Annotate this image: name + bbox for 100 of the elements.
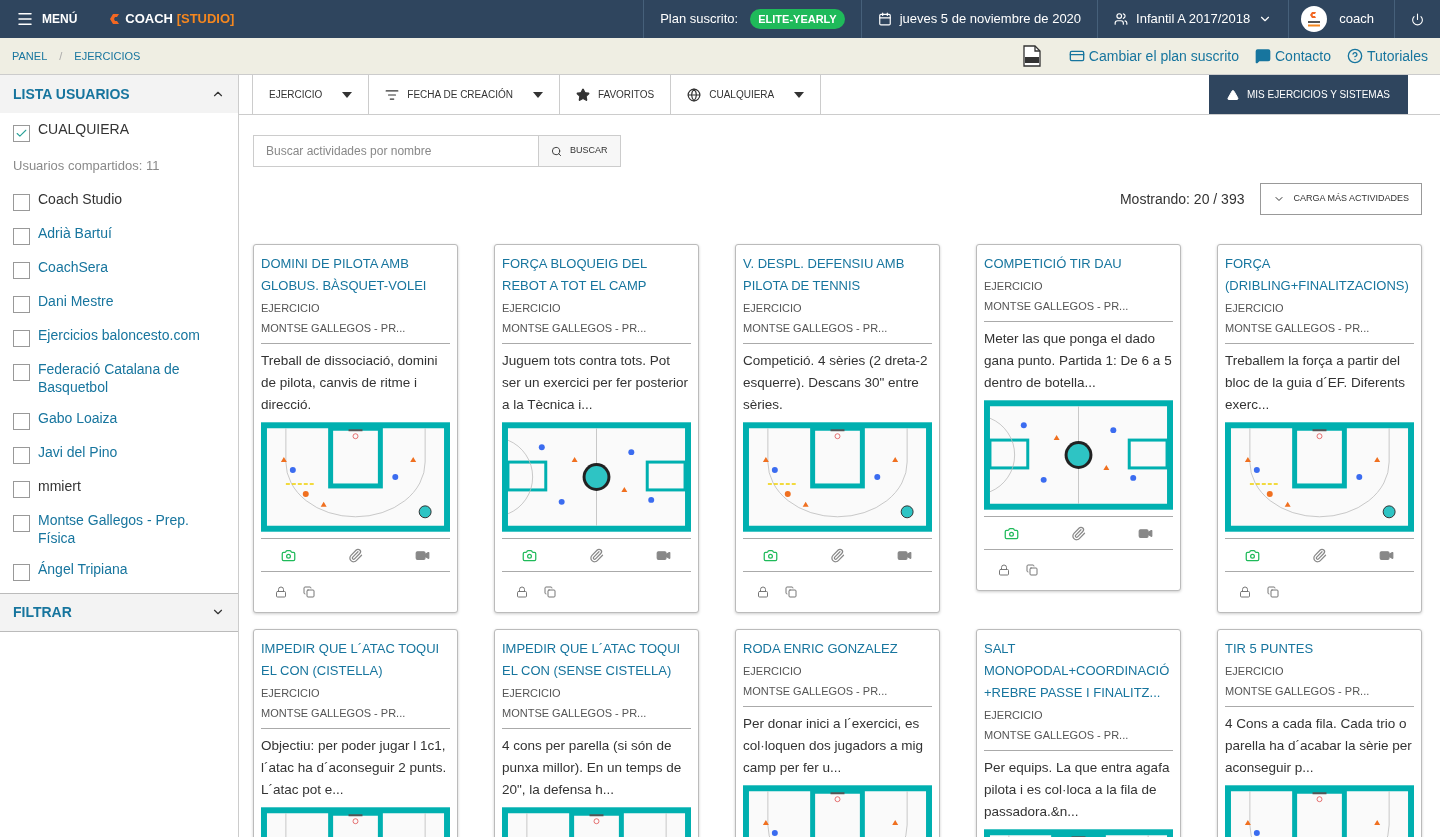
camera-icon[interactable] bbox=[763, 547, 778, 563]
copy-icon[interactable] bbox=[544, 586, 556, 598]
checkbox[interactable] bbox=[13, 227, 30, 245]
card-title[interactable]: FORÇA (DRIBLING+FINALITZACIONS) bbox=[1225, 253, 1414, 297]
card-title[interactable]: IMPEDIR QUE L´ATAC TOQUI EL CON (SENSE CISTELLA) bbox=[502, 638, 691, 682]
checkbox[interactable] bbox=[13, 480, 30, 498]
copy-icon[interactable] bbox=[785, 586, 797, 598]
card-title[interactable]: TIR 5 PUNTES bbox=[1225, 638, 1414, 660]
card-description: Treball de dissociació, domini de pilota, canvis de ritme i direcció. bbox=[261, 352, 439, 414]
copy-icon[interactable] bbox=[1026, 564, 1038, 576]
search-button[interactable]: BUSCAR bbox=[538, 135, 621, 167]
pdf-icon[interactable] bbox=[1022, 45, 1041, 67]
filter-dropdown[interactable]: FAVORITOS bbox=[558, 75, 672, 114]
card-description: 4 Cons a cada fila. Cada trio o parella ha d´acabar la sèrie per aconseguir p... bbox=[1225, 715, 1413, 777]
paperclip-icon[interactable] bbox=[830, 547, 845, 563]
calendar-icon bbox=[877, 12, 892, 26]
breadcrumb-link[interactable]: EJERCICIOS bbox=[74, 47, 141, 65]
paperclip-icon[interactable] bbox=[1312, 547, 1327, 563]
checkbox[interactable] bbox=[13, 446, 30, 464]
user-name[interactable]: Gabo Loaiza bbox=[38, 408, 118, 427]
card-type: EJERCICIO bbox=[1225, 664, 1285, 679]
exercise-card[interactable]: RODA ENRIC GONZALEZ EJERCICIO MONTSE GALLEGOS - PR... Per donar inici a l´exercici, es col·loquen dos jugadors a mig camp per fer u... bbox=[735, 629, 940, 837]
lock-icon[interactable] bbox=[516, 586, 528, 598]
paperclip-icon[interactable] bbox=[1071, 525, 1086, 541]
checkbox[interactable] bbox=[13, 125, 30, 142]
paperclip-icon[interactable] bbox=[348, 547, 363, 563]
user-name[interactable]: Adrià Bartuí bbox=[38, 223, 112, 242]
checkbox[interactable] bbox=[13, 514, 30, 532]
filter-dropdown[interactable]: EJERCICIO bbox=[252, 75, 370, 114]
checkbox[interactable] bbox=[13, 295, 30, 313]
menu-button[interactable]: MENÚ bbox=[0, 0, 102, 38]
exercise-card[interactable]: FORÇA (DRIBLING+FINALITZACIONS) EJERCICIO MONTSE GALLEGOS - PR... Treballem la força a partir del bloc de la guia d´EF. Diferents exerc... bbox=[1217, 244, 1422, 613]
breadcrumb-link[interactable]: PANEL bbox=[12, 47, 48, 65]
user-name[interactable]: Ejercicios baloncesto.com bbox=[38, 325, 200, 344]
camera-icon[interactable] bbox=[1004, 525, 1019, 541]
checkbox[interactable] bbox=[13, 412, 30, 430]
card-author: MONTSE GALLEGOS - PR... bbox=[743, 684, 889, 699]
card-description: Juguem tots contra tots. Pot ser un exercici per fer posterior a la Tècnica i... bbox=[502, 352, 690, 414]
user-name[interactable]: CoachSera bbox=[38, 257, 109, 276]
section-header[interactable]: LISTA USUARIOS bbox=[0, 75, 238, 113]
card-author: MONTSE GALLEGOS - PR... bbox=[502, 706, 648, 721]
card-title[interactable]: FORÇA BLOQUEIG DEL REBOT A TOT EL CAMP bbox=[502, 253, 691, 297]
copy-icon[interactable] bbox=[303, 586, 315, 598]
user-name[interactable]: Coach Studio bbox=[38, 189, 123, 208]
user-name[interactable]: Dani Mestre bbox=[38, 291, 114, 310]
credit-card-icon bbox=[1068, 48, 1085, 64]
search-field[interactable]: Buscar actividades por nombre bbox=[253, 135, 539, 167]
breadcrumb-separator: / bbox=[59, 48, 63, 64]
user-name[interactable]: mmiert bbox=[38, 476, 81, 495]
checkbox[interactable] bbox=[13, 261, 30, 279]
card-description: Per equips. La que entra agafa pilota i es col·loca a la fila de passadora.&n... bbox=[984, 759, 1171, 821]
lock-icon[interactable] bbox=[1239, 586, 1251, 598]
copy-icon[interactable] bbox=[1267, 586, 1279, 598]
card-author: MONTSE GALLEGOS - PR... bbox=[1225, 321, 1371, 336]
camera-icon[interactable] bbox=[1245, 547, 1260, 563]
user-name[interactable]: Federació Catalana de Basquetbol bbox=[38, 359, 225, 396]
checkbox[interactable] bbox=[13, 363, 30, 381]
plan-badge: ELITE-YEARLY bbox=[750, 8, 845, 30]
exercise-card[interactable]: COMPETICIÓ TIR DAU EJERCICIO MONTSE GALLEGOS - PR... Meter las que ponga el dado gana punto. Partida 1: De 6 a 5 dentro de botella... bbox=[976, 244, 1181, 591]
header-link[interactable]: Cambiar el plan suscrito bbox=[1068, 45, 1239, 67]
checkbox[interactable] bbox=[13, 193, 30, 211]
filter-dropdown[interactable]: CUALQUIERA bbox=[670, 75, 822, 114]
checkbox-label: CUALQUIERA bbox=[38, 120, 130, 139]
card-author: MONTSE GALLEGOS - PR... bbox=[261, 706, 407, 721]
exercise-card[interactable]: IMPEDIR QUE L´ATAC TOQUI EL CON (CISTELLA) EJERCICIO MONTSE GALLEGOS - PR... Objectiu: per poder jugar l 1c1, l´atac ha d´aconseguir 2 punts. L´atac pot e... bbox=[253, 629, 458, 837]
section-header[interactable]: FILTRAR bbox=[0, 593, 238, 632]
card-description: Treballem la força a partir del bloc de la guia d´EF. Diferents exerc... bbox=[1225, 352, 1407, 414]
exercise-card[interactable]: SALT MONOPODAL+COORDINACIÓ+REBRE PASSE I FINALITZ... EJERCICIO MONTSE GALLEGOS - PR... Per equips. La que entra agafa pilota i es col·loca a la fila de passadora.&n... bbox=[976, 629, 1181, 837]
exercise-card[interactable]: DOMINI DE PILOTA AMB GLOBUS. BÀSQUET-VOLEI EJERCICIO MONTSE GALLEGOS - PR... Treball de dissociació, domini de pilota, canvis de ritme i direcció. bbox=[253, 244, 458, 613]
card-title[interactable]: V. DESPL. DEFENSIU AMB PILOTA DE TENNIS bbox=[743, 253, 932, 297]
date-text: jueves 5 de noviembre de 2020 bbox=[899, 10, 1082, 29]
cone-icon bbox=[1227, 88, 1239, 101]
exercise-card[interactable]: FORÇA BLOQUEIG DEL REBOT A TOT EL CAMP EJERCICIO MONTSE GALLEGOS - PR... Juguem tots contra tots. Pot ser un exercici per fer posterior a la Tècnica i... bbox=[494, 244, 699, 613]
card-title[interactable]: IMPEDIR QUE L´ATAC TOQUI EL CON (CISTELLA) bbox=[261, 638, 450, 682]
user-name[interactable]: Javi del Pino bbox=[38, 442, 118, 461]
filter-dropdown[interactable]: FECHA DE CREACIÓN bbox=[368, 75, 560, 114]
help-icon bbox=[1347, 48, 1364, 64]
card-title[interactable]: SALT MONOPODAL+COORDINACIÓ+REBRE PASSE I FINALITZ... bbox=[984, 638, 1173, 704]
user-name[interactable]: Ángel Tripiana bbox=[38, 559, 128, 578]
card-title[interactable]: RODA ENRIC GONZALEZ bbox=[743, 638, 932, 660]
header-link[interactable]: Contacto bbox=[1255, 45, 1332, 67]
load-more-button[interactable]: CARGA MÁS ACTIVIDADES bbox=[1260, 183, 1422, 215]
checkbox[interactable] bbox=[13, 563, 30, 581]
card-title[interactable]: DOMINI DE PILOTA AMB GLOBUS. BÀSQUET-VOLEI bbox=[261, 253, 450, 297]
results-count: Mostrando: 20 / 393 bbox=[1119, 189, 1245, 209]
camera-icon[interactable] bbox=[281, 547, 296, 563]
card-title[interactable]: COMPETICIÓ TIR DAU bbox=[984, 253, 1173, 275]
header-link[interactable]: Tutoriales bbox=[1347, 45, 1428, 67]
lock-icon[interactable] bbox=[275, 586, 287, 598]
card-type: EJERCICIO bbox=[984, 708, 1044, 723]
exercise-card[interactable]: V. DESPL. DEFENSIU AMB PILOTA DE TENNIS EJERCICIO MONTSE GALLEGOS - PR... Competició. 4 sèries (2 dreta-2 esquerre). Descans 30" entre sèries. bbox=[735, 244, 940, 613]
lock-icon[interactable] bbox=[757, 586, 769, 598]
my-exercises-button[interactable]: MIS EJERCICIOS Y SISTEMAS bbox=[1209, 75, 1408, 114]
camera-icon[interactable] bbox=[522, 547, 537, 563]
lock-icon[interactable] bbox=[998, 564, 1010, 576]
exercise-card[interactable]: IMPEDIR QUE L´ATAC TOQUI EL CON (SENSE CISTELLA) EJERCICIO MONTSE GALLEGOS - PR... 4 cons per parella (si són de punxa millor). En un temps de 20", la defensa h... bbox=[494, 629, 699, 837]
user-name[interactable]: Montse Gallegos - Prep. Física bbox=[38, 510, 225, 547]
paperclip-icon[interactable] bbox=[589, 547, 604, 563]
exercise-card[interactable]: TIR 5 PUNTES EJERCICIO MONTSE GALLEGOS - PR... 4 Cons a cada fila. Cada trio o parella ha d´acabar la sèrie per aconseguir p... bbox=[1217, 629, 1422, 837]
checkbox[interactable] bbox=[13, 329, 30, 347]
